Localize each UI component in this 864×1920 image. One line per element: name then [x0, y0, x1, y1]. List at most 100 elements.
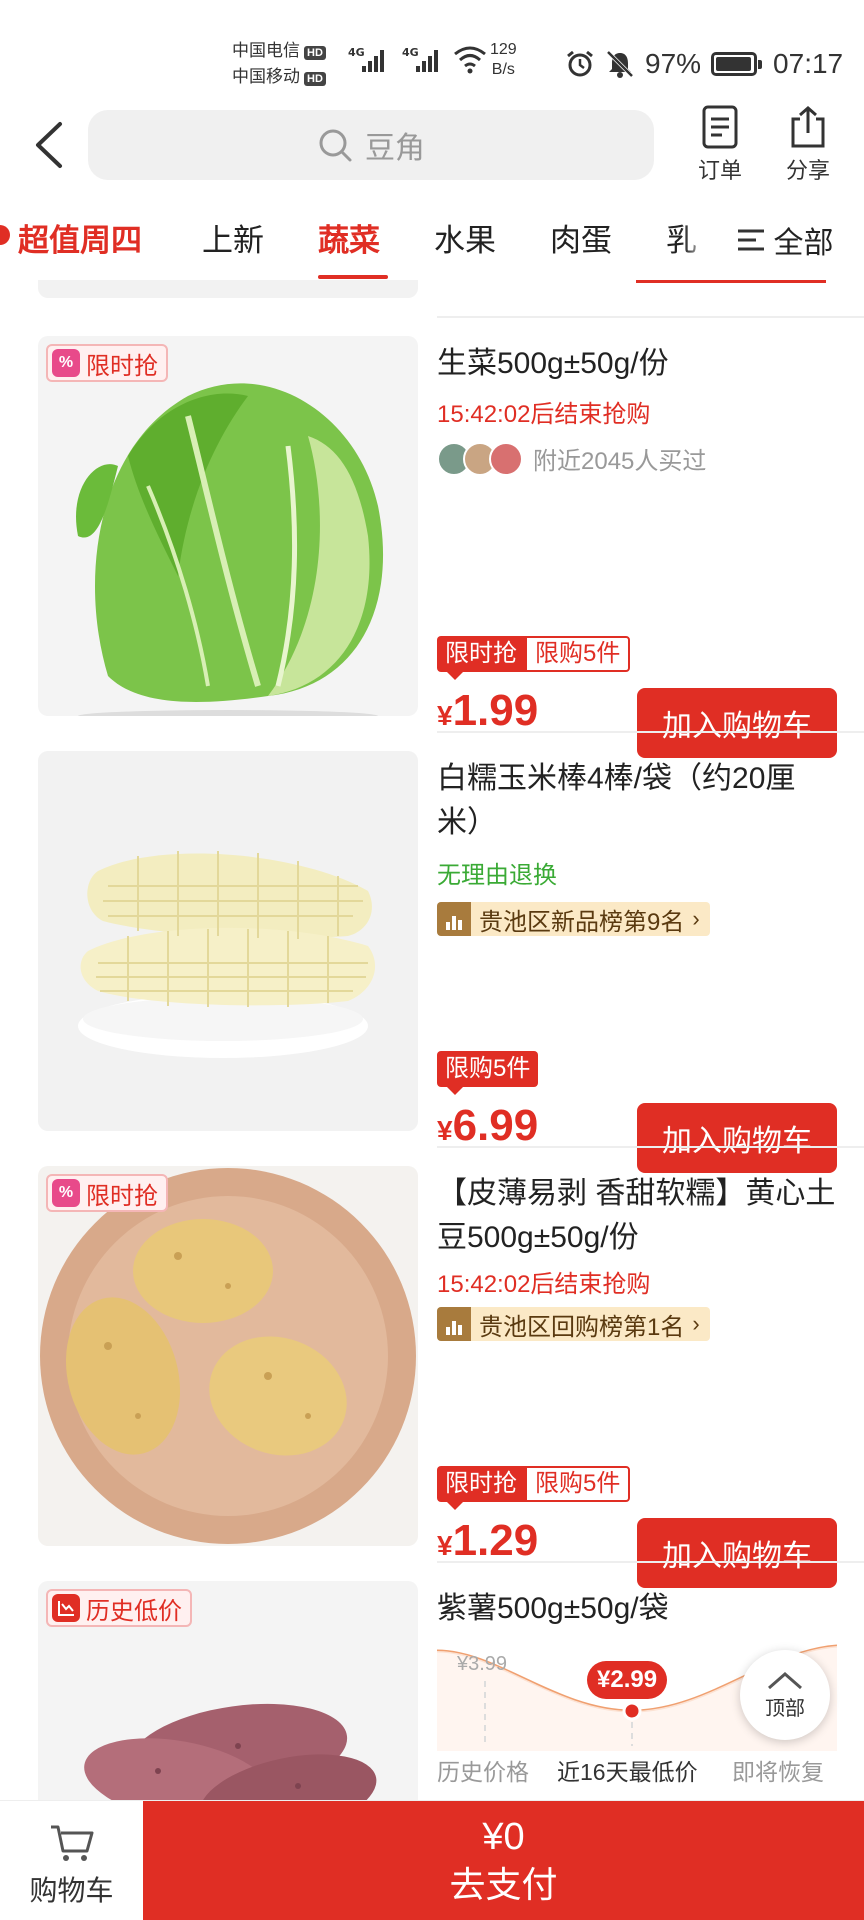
- cart-label: 购物车: [29, 1875, 114, 1906]
- lettuce-image: [76, 383, 384, 716]
- rank-badge[interactable]: 贵池区新品榜第9名 ›: [437, 902, 710, 936]
- tab-dairy[interactable]: 乳: [666, 215, 697, 260]
- battery-percent: 97%: [645, 48, 702, 79]
- checkout-button[interactable]: ¥0 去支付: [143, 1801, 864, 1920]
- chevron-right-icon: ›: [692, 906, 700, 931]
- tab-vegetables[interactable]: 蔬菜: [318, 215, 380, 260]
- label-lowest-16-days: 近16天最低价: [557, 1759, 698, 1785]
- clock: 07:17: [773, 48, 844, 79]
- top-label: 顶部: [765, 1697, 805, 1720]
- hd-badge: HD: [304, 72, 326, 86]
- label-history-price: 历史价格: [437, 1759, 529, 1785]
- divider: [437, 316, 864, 318]
- price: ¥6.99: [437, 1101, 539, 1150]
- limit-badge: 限购5件: [525, 1466, 631, 1502]
- countdown-text: 15:42:02后结束抢购: [437, 401, 651, 428]
- flash-sale-tag: % 限时抢: [46, 344, 168, 382]
- all-categories-button[interactable]: 全部: [705, 205, 864, 275]
- signal-icon: 4G: [348, 46, 384, 72]
- limit-badge: 限购5件: [525, 636, 631, 672]
- list-item[interactable]: 历史低价 紫薯500g±50g/袋 ¥3.99 ¥2.99 历史价格 近16天最…: [0, 1581, 864, 1800]
- carrier-2: 中国移动: [232, 67, 300, 86]
- trend-down-icon: [52, 1594, 80, 1622]
- list-item[interactable]: % 限时抢 生菜500g±50g/份 15:42:02后结束抢购 附近2045人买…: [0, 336, 864, 758]
- hd-badge: HD: [304, 46, 326, 60]
- orders-label: 订单: [697, 158, 742, 183]
- flash-sale-badge: 限时抢: [437, 636, 525, 680]
- product-image-potato[interactable]: % 限时抢: [38, 1166, 418, 1546]
- percent-icon: %: [52, 1179, 80, 1207]
- countdown-text: 15:42:02后结束抢购: [437, 1271, 651, 1298]
- add-to-cart-button[interactable]: 加入购物车: [637, 688, 837, 758]
- checkout-label: 去支付: [449, 1864, 558, 1905]
- product-title[interactable]: 白糯玉米棒4棒/袋（约20厘米）: [437, 757, 837, 845]
- add-to-cart-button[interactable]: 加入购物车: [637, 1518, 837, 1588]
- rank-icon: [437, 1307, 471, 1341]
- wifi-icon: [454, 46, 486, 74]
- rank-icon: [437, 902, 471, 936]
- battery-icon: [711, 52, 763, 76]
- active-tab-indicator: [318, 275, 388, 279]
- status-bar: 中国电信 HD 中国移动 HD 4G 4G 129 B/s 97% 07:17: [0, 0, 864, 110]
- add-to-cart-button[interactable]: 加入购物车: [637, 1103, 837, 1173]
- avatar: [489, 441, 523, 476]
- cart-button[interactable]: 购物车: [0, 1801, 143, 1920]
- svg-text:4G: 4G: [348, 46, 365, 59]
- badges: 限购5件: [437, 1051, 539, 1095]
- badges: 限时抢 限购5件: [437, 636, 631, 680]
- tab-new[interactable]: 上新: [202, 215, 264, 260]
- rank-badge[interactable]: 贵池区回购榜第1名 ›: [437, 1307, 710, 1341]
- product-title[interactable]: 生菜500g±50g/份: [437, 342, 837, 386]
- back-to-top-button[interactable]: 顶部: [740, 1650, 830, 1740]
- list-item[interactable]: 白糯玉米棒4棒/袋（约20厘米） 无理由退换 贵池区新品榜第9名 › 限购5件 ¥…: [0, 751, 864, 1173]
- limit-badge: 限购5件: [437, 1051, 539, 1095]
- flash-sale-badge: 限时抢: [437, 1466, 525, 1510]
- price: ¥1.99: [437, 686, 539, 735]
- share-button[interactable]: 分享: [773, 105, 843, 185]
- product-title[interactable]: 【皮薄易剥 香甜软糯】黄心土豆500g±50g/份: [437, 1172, 837, 1260]
- label-restore-soon: 即将恢复: [732, 1759, 824, 1785]
- history-low-tag: 历史低价: [46, 1589, 192, 1627]
- history-price: ¥3.99: [457, 1653, 508, 1675]
- header: 豆角 订单 分享: [0, 105, 864, 190]
- share-icon: [791, 106, 825, 148]
- product-title[interactable]: 紫薯500g±50g/袋: [437, 1587, 837, 1631]
- back-icon[interactable]: [30, 120, 70, 170]
- badges: 限时抢 限购5件: [437, 1466, 631, 1510]
- buyers-info: 附近2045人买过: [437, 441, 837, 476]
- price: ¥1.29: [437, 1516, 539, 1565]
- bottom-bar: 购物车 ¥0 去支付: [0, 1800, 864, 1920]
- tab-meat-eggs[interactable]: 肉蛋: [550, 215, 612, 260]
- tab-super-thursday[interactable]: 超值周四: [18, 215, 142, 260]
- all-label: 全部: [773, 227, 834, 260]
- cart-icon: [50, 1825, 93, 1861]
- corn-image: [78, 851, 376, 1058]
- cart-total: ¥0: [482, 1816, 525, 1858]
- search-input[interactable]: 豆角: [88, 110, 654, 180]
- orders-button[interactable]: 订单: [685, 105, 755, 185]
- product-image-sweet-potato[interactable]: 历史低价: [38, 1581, 418, 1800]
- product-list: % 限时抢 生菜500g±50g/份 15:42:02后结束抢购 附近2045人买…: [0, 280, 864, 1800]
- flash-sale-tag: % 限时抢: [46, 1174, 168, 1212]
- chevron-right-icon: ›: [692, 1311, 700, 1336]
- menu-icon: [737, 229, 764, 251]
- potato-image: [40, 1168, 416, 1544]
- search-placeholder: 豆角: [365, 132, 425, 165]
- signal-icon: 4G: [402, 46, 438, 72]
- product-image-corn[interactable]: [38, 751, 418, 1131]
- mute-icon: [606, 50, 634, 78]
- previous-item-image: [38, 280, 418, 298]
- divider: [437, 1561, 864, 1563]
- carrier-1: 中国电信: [232, 41, 300, 60]
- list-item[interactable]: % 限时抢 【皮薄易剥 香甜软糯】黄心土豆500g±50g/份 15:42:02后…: [0, 1166, 864, 1588]
- orders-icon: [702, 105, 738, 149]
- divider: [437, 1146, 864, 1148]
- lowest-price-pill: ¥2.99: [587, 1661, 668, 1699]
- product-image-lettuce[interactable]: % 限时抢: [38, 336, 418, 716]
- net-speed: 129 B/s: [490, 41, 517, 78]
- svg-text:4G: 4G: [402, 46, 419, 59]
- search-icon: [319, 129, 352, 162]
- tab-fruit[interactable]: 水果: [434, 215, 496, 260]
- return-policy-text: 无理由退换: [437, 862, 557, 889]
- carrier-info: 中国电信 HD 中国移动 HD: [232, 38, 326, 90]
